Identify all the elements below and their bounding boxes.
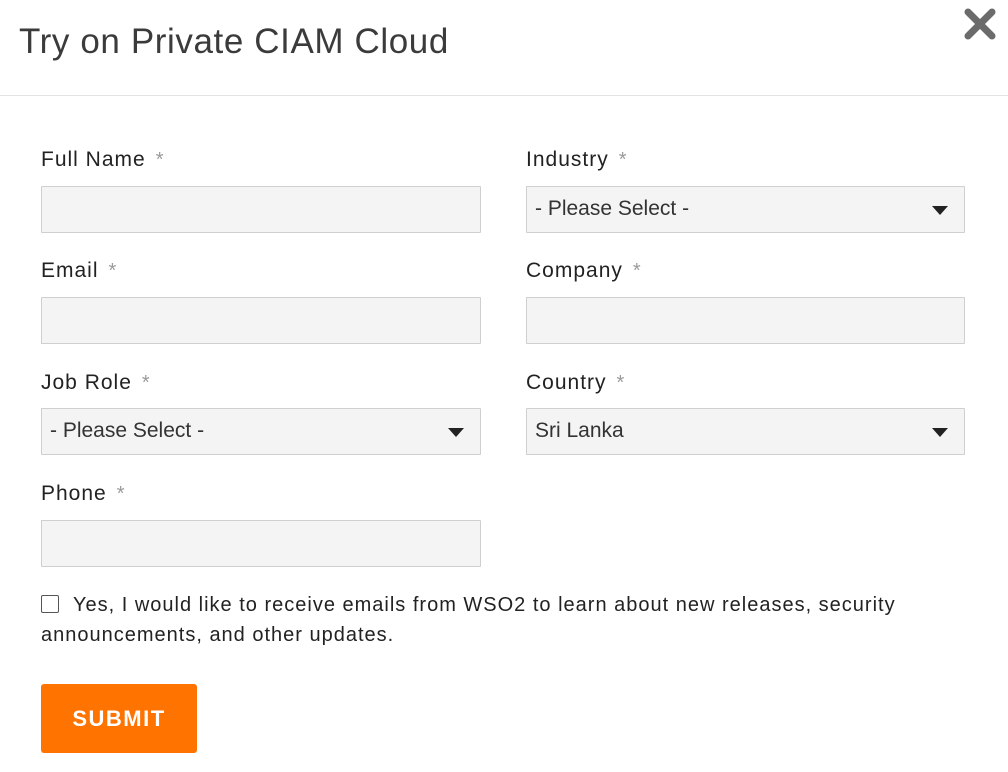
email-input[interactable]: [41, 297, 481, 344]
country-label-text: Country: [526, 371, 607, 394]
full-name-input[interactable]: [41, 186, 481, 233]
company-input[interactable]: [526, 297, 965, 344]
company-label-text: Company: [526, 259, 623, 282]
consent-text: Yes, I would like to receive emails from…: [41, 594, 896, 646]
job-role-select[interactable]: - Please Select -: [41, 408, 481, 455]
submit-button[interactable]: SUBMIT: [41, 684, 197, 753]
industry-label-text: Industry: [526, 148, 609, 171]
modal-header: Try on Private CIAM Cloud: [0, 0, 1008, 96]
full-name-label: Full Name *: [41, 148, 165, 172]
country-label: Country *: [526, 371, 625, 395]
phone-label: Phone *: [41, 482, 126, 506]
industry-selected-value: - Please Select -: [535, 197, 690, 220]
modal-title: Try on Private CIAM Cloud: [19, 22, 449, 61]
consent-checkbox[interactable]: [41, 595, 59, 613]
close-icon: [964, 8, 996, 40]
required-marker: *: [616, 372, 626, 394]
required-marker: *: [155, 149, 165, 171]
required-marker: *: [141, 372, 151, 394]
required-marker: *: [632, 260, 642, 282]
phone-input[interactable]: [41, 520, 481, 567]
industry-label: Industry *: [526, 148, 628, 172]
caret-down-icon: [932, 206, 948, 215]
country-select[interactable]: Sri Lanka: [526, 408, 965, 455]
required-marker: *: [108, 260, 118, 282]
caret-down-icon: [448, 428, 464, 437]
close-button[interactable]: [960, 4, 1000, 44]
job-role-selected-value: - Please Select -: [50, 419, 205, 442]
required-marker: *: [116, 483, 126, 505]
job-role-label-text: Job Role: [41, 371, 132, 394]
signup-modal: Try on Private CIAM Cloud Full Name * Ema…: [0, 0, 1008, 772]
required-marker: *: [618, 149, 628, 171]
email-label-text: Email: [41, 259, 99, 282]
email-label: Email *: [41, 259, 117, 283]
job-role-label: Job Role *: [41, 371, 151, 395]
phone-label-text: Phone: [41, 482, 107, 505]
company-label: Company *: [526, 259, 642, 283]
industry-select[interactable]: - Please Select -: [526, 186, 965, 233]
full-name-label-text: Full Name: [41, 148, 146, 171]
country-selected-value: Sri Lanka: [535, 419, 624, 442]
caret-down-icon: [932, 428, 948, 437]
